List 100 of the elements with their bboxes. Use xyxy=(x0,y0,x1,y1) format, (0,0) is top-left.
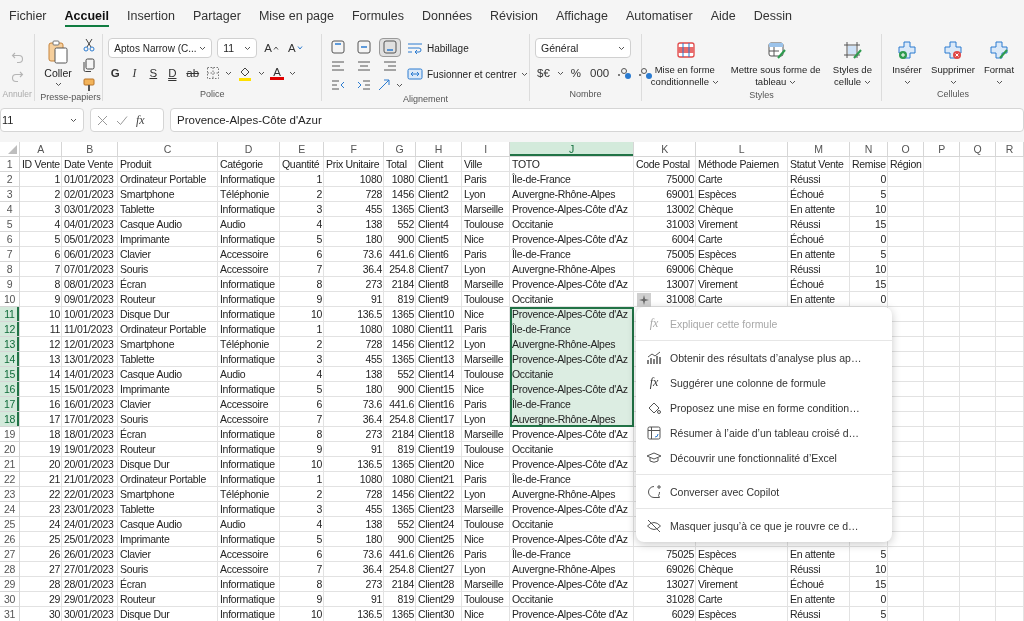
row-header[interactable]: 29 xyxy=(0,577,20,592)
number-format-button[interactable]: % xyxy=(568,64,584,82)
column-header[interactable]: L xyxy=(696,142,788,157)
menu-item[interactable]: Obtenir des résultats d’analyse plus ap… xyxy=(636,345,892,370)
close-icon[interactable] xyxy=(97,114,108,126)
row-header[interactable]: 22 xyxy=(0,472,20,487)
ribbon-tab[interactable]: Aide xyxy=(701,0,745,32)
ribbon-tab[interactable]: Automatiser xyxy=(616,0,702,32)
column-header[interactable]: D xyxy=(218,142,280,157)
font-color-button[interactable]: A xyxy=(270,66,285,80)
quick-analysis-button[interactable] xyxy=(637,293,651,307)
merge-center-button[interactable]: Fusionner et centrer xyxy=(407,64,528,84)
fill-color-icon[interactable] xyxy=(237,65,254,81)
font-family-dropdown[interactable]: Aptos Narrow (C... xyxy=(108,38,213,58)
row-header[interactable]: 20 xyxy=(0,442,20,457)
grow-font-button[interactable]: A xyxy=(262,39,281,57)
row-header[interactable]: 27 xyxy=(0,547,20,562)
row-header[interactable]: 15 xyxy=(0,367,20,382)
row-header[interactable]: 10 xyxy=(0,292,20,307)
number-format-button[interactable]: 000 xyxy=(588,64,612,82)
column-header[interactable]: B xyxy=(62,142,118,157)
formula-input[interactable]: Provence-Alpes-Côte d'Azur xyxy=(170,108,1024,132)
font-style-button[interactable]: I xyxy=(127,64,142,82)
row-header[interactable]: 19 xyxy=(0,427,20,442)
column-header[interactable]: J xyxy=(510,142,634,157)
cells-button[interactable]: Insérer xyxy=(887,38,927,87)
row-header[interactable]: 11 xyxy=(0,307,20,322)
check-icon[interactable] xyxy=(116,114,128,126)
brush-icon[interactable] xyxy=(81,78,96,92)
scissors-icon[interactable] xyxy=(81,38,96,52)
copy-icon[interactable] xyxy=(81,58,96,72)
styles-button[interactable]: Mise en forme conditionnelle xyxy=(647,38,723,90)
row-header[interactable]: 4 xyxy=(0,202,20,217)
menu-item[interactable]: Masquer jusqu’à ce que je rouvre ce d… xyxy=(636,513,892,538)
redo-icon[interactable] xyxy=(10,69,24,83)
font-style-button[interactable]: D xyxy=(165,64,180,82)
row-header[interactable]: 25 xyxy=(0,517,20,532)
menu-item[interactable]: fx Suggérer une colonne de formule xyxy=(636,370,892,395)
row-header[interactable]: 2 xyxy=(0,172,20,187)
cells-button[interactable]: Supprimer xyxy=(933,38,973,87)
column-header[interactable]: N xyxy=(850,142,888,157)
ribbon-tab[interactable]: Affichage xyxy=(547,0,617,32)
row-header[interactable]: 13 xyxy=(0,337,20,352)
row-header[interactable]: 14 xyxy=(0,352,20,367)
ribbon-tab[interactable]: Mise en page xyxy=(249,0,343,32)
font-style-button[interactable]: S xyxy=(146,64,161,82)
ribbon-tab[interactable]: Données xyxy=(413,0,482,32)
font-style-button[interactable]: ab xyxy=(184,64,202,82)
align-right-icon[interactable] xyxy=(383,60,397,72)
row-header[interactable]: 28 xyxy=(0,562,20,577)
menu-item[interactable]: Résumer à l’aide d’un tableau croisé d… xyxy=(636,420,892,445)
row-header[interactable]: 8 xyxy=(0,262,20,277)
borders-icon[interactable] xyxy=(206,66,221,80)
ribbon-tab[interactable]: Insertion xyxy=(118,0,184,32)
ribbon-tab[interactable]: Fichier xyxy=(0,0,56,32)
row-header[interactable]: 7 xyxy=(0,247,20,262)
vertical-align-button[interactable] xyxy=(379,37,401,57)
shrink-font-button[interactable]: A xyxy=(286,39,305,57)
font-style-button[interactable]: G xyxy=(108,64,123,82)
row-header[interactable]: 17 xyxy=(0,397,20,412)
column-header[interactable]: Q xyxy=(960,142,996,157)
name-box[interactable]: 11 xyxy=(0,108,84,132)
row-header[interactable]: 5 xyxy=(0,217,20,232)
decrease-decimal-icon[interactable] xyxy=(637,66,654,80)
styles-button[interactable]: Mettre sous forme de tableau xyxy=(728,38,823,90)
column-header[interactable]: H xyxy=(416,142,462,157)
row-header[interactable]: 6 xyxy=(0,232,20,247)
column-header[interactable]: K xyxy=(634,142,696,157)
undo-icon[interactable] xyxy=(10,50,24,64)
row-header[interactable]: 16 xyxy=(0,382,20,397)
column-header[interactable]: G xyxy=(384,142,416,157)
font-size-dropdown[interactable]: 11 xyxy=(217,38,258,58)
row-header[interactable]: 23 xyxy=(0,487,20,502)
menu-item[interactable]: Converser avec Copilot xyxy=(636,479,892,504)
menu-item[interactable]: Découvrir une fonctionnalité d’Excel xyxy=(636,445,892,470)
ribbon-tab[interactable]: Révision xyxy=(481,0,548,32)
column-header[interactable]: M xyxy=(788,142,850,157)
increase-indent-icon[interactable] xyxy=(357,79,371,91)
row-header[interactable]: 18 xyxy=(0,412,20,427)
column-header[interactable]: E xyxy=(280,142,324,157)
ribbon-tab[interactable]: Formules xyxy=(342,0,414,32)
row-header[interactable]: 12 xyxy=(0,322,20,337)
row-header[interactable]: 3 xyxy=(0,187,20,202)
column-header[interactable]: A xyxy=(20,142,62,157)
column-header[interactable]: R xyxy=(996,142,1024,157)
column-header[interactable]: C xyxy=(118,142,218,157)
row-header[interactable]: 21 xyxy=(0,457,20,472)
increase-decimal-icon[interactable] xyxy=(616,66,633,80)
wrap-text-button[interactable]: Habillage xyxy=(407,38,528,58)
select-all-icon[interactable] xyxy=(8,145,17,154)
row-header[interactable]: 9 xyxy=(0,277,20,292)
insert-function-button[interactable]: fx xyxy=(136,112,145,128)
column-header[interactable]: I xyxy=(462,142,510,157)
cells-button[interactable]: Format xyxy=(979,38,1019,87)
styles-button[interactable]: Styles de cellule xyxy=(828,38,876,90)
ribbon-tab[interactable]: Partager xyxy=(183,0,250,32)
menu-item[interactable]: Proposez une mise en forme condition… xyxy=(636,395,892,420)
number-format-button[interactable]: $€ xyxy=(535,64,552,82)
decrease-indent-icon[interactable] xyxy=(331,79,345,91)
align-left-icon[interactable] xyxy=(331,60,345,72)
